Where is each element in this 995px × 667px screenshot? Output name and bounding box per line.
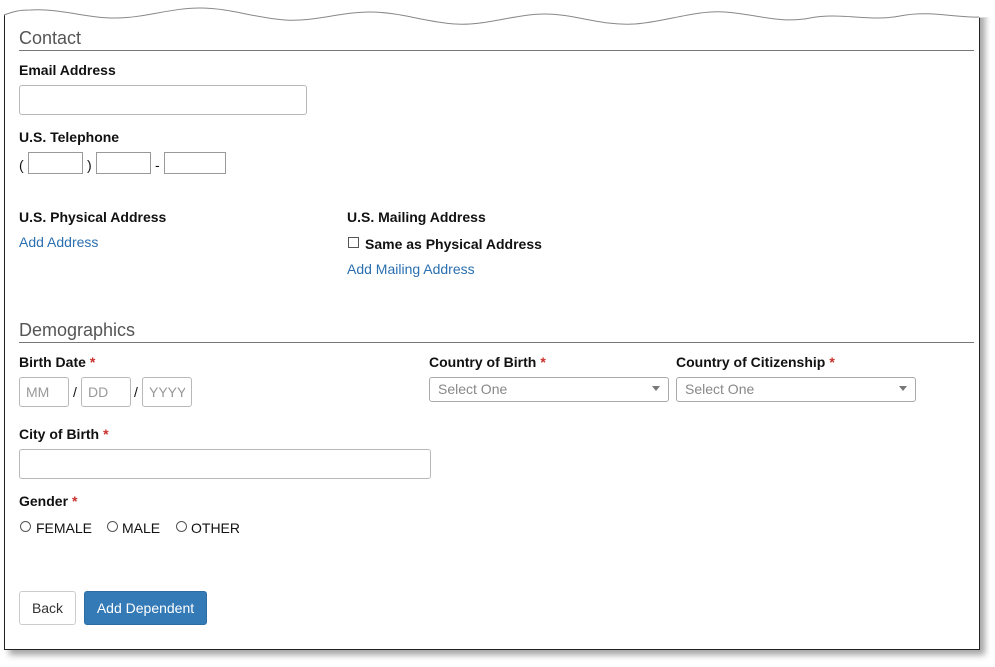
phone-close-paren: ) <box>87 157 92 173</box>
birth-month-input[interactable] <box>19 377 69 407</box>
required-marker: * <box>72 493 78 509</box>
physical-address-label: U.S. Physical Address <box>19 209 167 225</box>
mailing-address-label: U.S. Mailing Address <box>347 209 486 225</box>
contact-section-divider <box>19 50 974 51</box>
chevron-down-icon <box>652 386 660 391</box>
date-separator: / <box>73 384 77 400</box>
country-of-birth-label-text: Country of Birth <box>429 354 537 370</box>
phone-line-input[interactable] <box>164 152 226 174</box>
required-marker: * <box>829 354 835 370</box>
city-of-birth-input[interactable] <box>19 449 431 479</box>
same-as-physical-checkbox[interactable] <box>348 237 359 248</box>
gender-other-label: OTHER <box>191 520 240 536</box>
add-address-link[interactable]: Add Address <box>19 234 98 250</box>
birth-date-label: Birth Date * <box>19 354 95 370</box>
date-separator: / <box>134 384 138 400</box>
gender-female-radio[interactable] <box>20 521 31 532</box>
country-of-citizenship-value: Select One <box>685 381 755 397</box>
gender-label-text: Gender <box>19 493 69 509</box>
phone-area-code-input[interactable] <box>28 152 83 174</box>
gender-other-radio[interactable] <box>176 521 187 532</box>
country-of-citizenship-label: Country of Citizenship * <box>676 354 835 370</box>
demographics-section-title: Demographics <box>19 320 136 340</box>
country-of-birth-select[interactable]: Select One <box>429 377 669 402</box>
gender-male-label: MALE <box>122 520 161 536</box>
birth-date-label-text: Birth Date <box>19 354 86 370</box>
phone-dash: - <box>155 157 160 173</box>
phone-open-paren: ( <box>19 157 24 173</box>
birth-day-input[interactable] <box>81 377 131 407</box>
same-as-physical-label: Same as Physical Address <box>365 236 542 252</box>
required-marker: * <box>103 426 109 442</box>
chevron-down-icon <box>899 386 907 391</box>
telephone-label: U.S. Telephone <box>19 129 120 145</box>
add-dependent-button[interactable]: Add Dependent <box>84 591 207 625</box>
country-of-citizenship-label-text: Country of Citizenship <box>676 354 826 370</box>
country-of-citizenship-select[interactable]: Select One <box>676 377 916 402</box>
gender-male-radio[interactable] <box>107 521 118 532</box>
email-input[interactable] <box>19 85 307 115</box>
gender-female-label: FEMALE <box>36 520 93 536</box>
city-of-birth-label: City of Birth * <box>19 426 109 442</box>
country-of-birth-label: Country of Birth * <box>429 354 546 370</box>
back-button[interactable]: Back <box>19 591 76 625</box>
city-of-birth-label-text: City of Birth <box>19 426 100 442</box>
contact-section-title: Contact <box>19 28 82 48</box>
demographics-section-divider <box>19 342 974 343</box>
required-marker: * <box>89 354 96 370</box>
gender-label: Gender * <box>19 493 77 509</box>
phone-prefix-input[interactable] <box>96 152 151 174</box>
birth-year-input[interactable] <box>142 377 192 407</box>
required-marker: * <box>540 354 546 370</box>
add-mailing-address-link[interactable]: Add Mailing Address <box>347 261 475 277</box>
country-of-birth-value: Select One <box>438 381 508 397</box>
email-label: Email Address <box>19 62 116 78</box>
torn-edge <box>0 0 995 25</box>
